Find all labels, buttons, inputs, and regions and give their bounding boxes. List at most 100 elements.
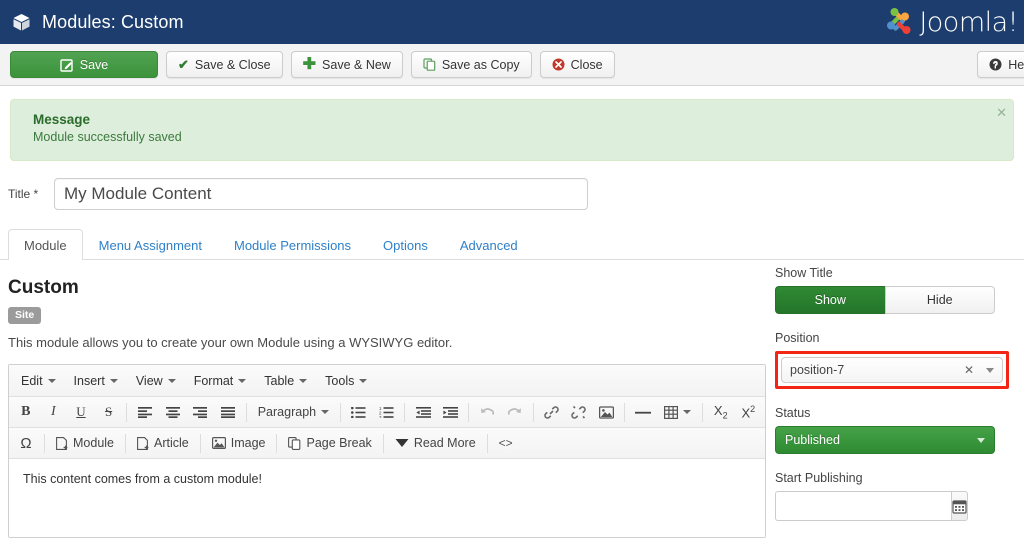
title-field-row: Title * — [8, 178, 1024, 210]
chevron-down-icon — [321, 410, 330, 414]
module-description: This module allows you to create your ow… — [8, 335, 453, 350]
numbered-list-icon[interactable]: 123 — [373, 400, 401, 425]
main-content: Custom Site This module allows you to cr… — [0, 260, 1024, 538]
menu-view-label: View — [135, 373, 163, 388]
special-character-icon[interactable]: Ω — [12, 431, 40, 456]
insert-article-label: Article — [154, 436, 189, 450]
save-and-close-button[interactable]: ✔ Save & Close — [166, 51, 283, 78]
unlink-icon[interactable] — [565, 400, 593, 425]
start-publishing-field: Start Publishing — [775, 471, 1024, 521]
save-button[interactable]: Save — [10, 51, 158, 78]
align-right-icon[interactable] — [187, 400, 215, 425]
read-more-button[interactable]: Read More — [388, 431, 483, 456]
close-x-icon[interactable]: ✕ — [996, 106, 1007, 119]
toolbar-separator — [468, 402, 470, 422]
toolbar-separator — [44, 433, 45, 453]
message-text: Module successfully saved — [33, 130, 182, 144]
show-title-hide-button[interactable]: Hide — [884, 286, 995, 314]
show-title-toggle: Show Hide — [775, 286, 995, 314]
chevron-down-icon — [977, 437, 985, 443]
align-left-icon[interactable] — [131, 400, 159, 425]
tab-menu-assignment[interactable]: Menu Assignment — [83, 229, 218, 259]
header-brand: Modules: Custom — [0, 12, 184, 33]
menu-table[interactable]: Table — [255, 370, 316, 392]
toolbar-separator — [404, 402, 406, 422]
tab-module[interactable]: Module — [8, 229, 83, 260]
menu-edit[interactable]: Edit — [12, 370, 65, 392]
start-publishing-control — [775, 491, 968, 521]
tab-options[interactable]: Options — [367, 229, 444, 259]
status-select[interactable]: Published — [775, 426, 995, 454]
check-icon: ✔ — [178, 56, 189, 72]
save-button-label: Save — [79, 57, 109, 72]
joomla-wordmark: Joomla! — [919, 6, 1018, 38]
table-icon[interactable] — [657, 400, 698, 425]
save-and-new-button[interactable]: ✚ Save & New — [290, 51, 403, 78]
page-break-button[interactable]: Page Break — [281, 431, 378, 456]
menu-format-label: Format — [193, 373, 234, 388]
chevron-down-icon — [986, 367, 994, 373]
position-label: Position — [775, 331, 820, 345]
save-as-copy-button[interactable]: Save as Copy — [410, 51, 532, 78]
menu-insert[interactable]: Insert — [65, 370, 127, 392]
editor-content-area[interactable]: This content comes from a custom module! — [9, 459, 765, 537]
editor-toolbar-row-1: B I U S Paragraph 1 2 3 X2 X2 — [9, 397, 765, 428]
insert-article-button[interactable]: Article — [130, 431, 196, 456]
italic-icon[interactable]: I — [40, 400, 68, 425]
chevron-down-icon — [238, 378, 247, 383]
page-title: Modules: Custom — [42, 11, 184, 32]
undo-icon[interactable] — [473, 400, 501, 425]
chevron-down-icon — [299, 378, 308, 383]
position-value: position-7 — [790, 363, 845, 377]
question-circle-icon: ? — [989, 58, 1002, 71]
strikethrough-icon[interactable]: S — [95, 400, 123, 425]
chevron-down-icon — [395, 438, 409, 448]
tab-advanced[interactable]: Advanced — [444, 229, 534, 259]
indent-icon[interactable] — [437, 400, 465, 425]
pencil-square-icon — [60, 58, 74, 72]
chevron-down-icon — [682, 410, 691, 414]
redo-icon[interactable] — [501, 400, 529, 425]
chevron-down-icon — [167, 378, 176, 383]
subscript-icon[interactable]: X2 — [707, 400, 735, 425]
menu-tools[interactable]: Tools — [316, 370, 376, 392]
toggle-source-button[interactable]: <> — [492, 431, 520, 456]
toolbar-separator — [126, 402, 128, 422]
position-select[interactable]: position-7 ✕ — [781, 357, 1003, 383]
paragraph-format-select[interactable]: Paragraph — [251, 400, 336, 425]
insert-image-button[interactable]: Image — [205, 431, 273, 456]
start-publishing-input[interactable] — [775, 491, 951, 521]
align-center-icon[interactable] — [159, 400, 187, 425]
bold-icon[interactable]: B — [12, 400, 40, 425]
editor-toolbar-row-2: Ω Module Article Image Page Break Read M… — [9, 428, 765, 459]
copy-icon — [423, 58, 436, 71]
tab-module-permissions[interactable]: Module Permissions — [218, 229, 367, 259]
align-justify-icon[interactable] — [214, 400, 242, 425]
bullet-list-icon[interactable] — [345, 400, 373, 425]
menu-insert-label: Insert — [73, 373, 105, 388]
paragraph-format-label: Paragraph — [257, 405, 317, 419]
menu-view[interactable]: View — [127, 370, 185, 392]
help-button[interactable]: ? Help — [977, 51, 1024, 78]
outdent-icon[interactable] — [409, 400, 437, 425]
horizontal-rule-icon[interactable] — [629, 400, 657, 425]
link-icon[interactable] — [538, 400, 566, 425]
editor-menubar: Edit Insert View Format Table Tools — [9, 365, 765, 397]
show-title-show-button[interactable]: Show — [775, 286, 885, 314]
close-button[interactable]: Close — [539, 51, 615, 78]
editor-toolbar: Save ✔ Save & Close ✚ Save & New Save as… — [0, 44, 1024, 86]
editor-paragraph: This content comes from a custom module! — [23, 472, 262, 486]
svg-text:?: ? — [993, 60, 999, 70]
page-plus-icon — [137, 436, 149, 450]
image-icon[interactable] — [593, 400, 621, 425]
joomla-pinwheel-icon — [882, 4, 916, 41]
joomla-logo: Joomla! — [882, 4, 1018, 40]
chevron-down-icon — [359, 378, 368, 383]
menu-format[interactable]: Format — [185, 370, 256, 392]
superscript-icon[interactable]: X2 — [735, 400, 763, 425]
title-input[interactable] — [54, 178, 588, 210]
insert-module-button[interactable]: Module — [49, 431, 121, 456]
underline-icon[interactable]: U — [67, 400, 95, 425]
calendar-icon[interactable] — [951, 491, 968, 521]
close-x-icon[interactable]: ✕ — [964, 363, 974, 377]
